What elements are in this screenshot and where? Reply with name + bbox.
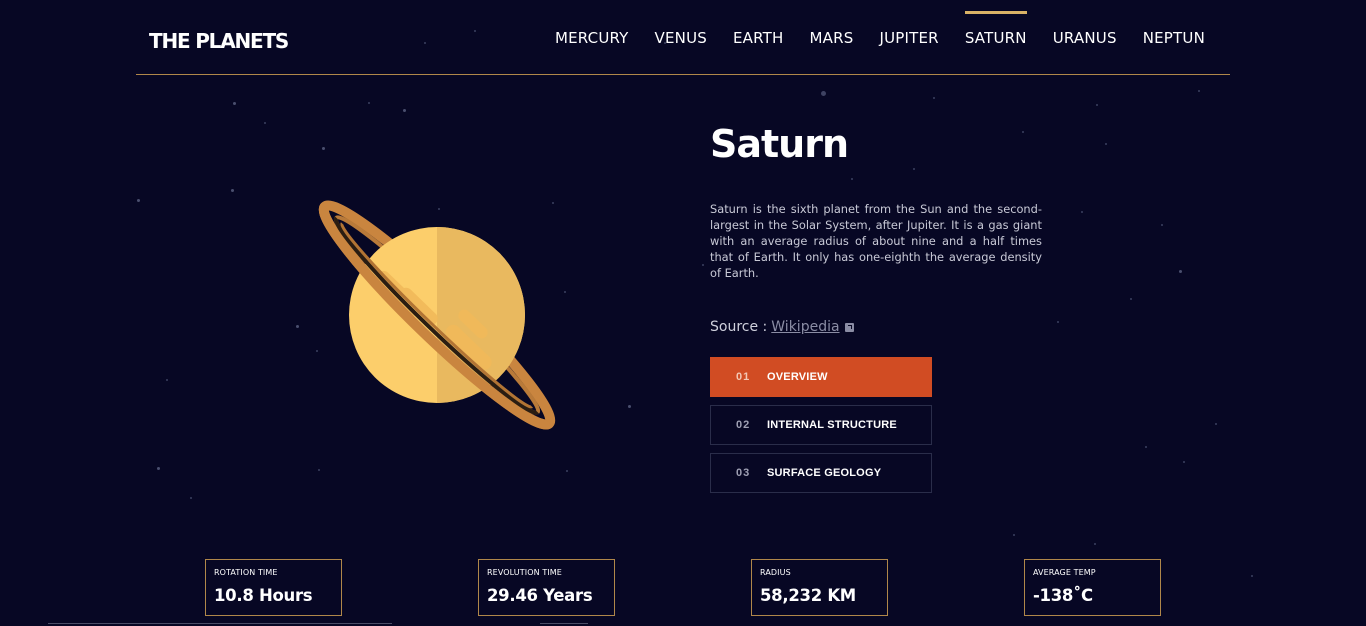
wikipedia-link[interactable]: Wikipedia xyxy=(771,319,839,335)
tab-number: 03 xyxy=(736,467,751,479)
scrollbar-segment xyxy=(540,623,588,624)
stat-revolution-time: REVOLUTION TIME 29.46 Years xyxy=(478,559,615,616)
nav-item-earth[interactable]: EARTH xyxy=(733,0,784,75)
nav-item-venus[interactable]: VENUS xyxy=(655,0,707,75)
planet-description: Saturn is the sixth planet from the Sun … xyxy=(710,202,1042,280)
tab-label: OVERVIEW xyxy=(767,371,828,383)
source-line: Source : Wikipedia xyxy=(710,319,854,335)
site-logo[interactable]: THE PLANETS xyxy=(149,29,289,53)
page: THE PLANETS MERCURY VENUS EARTH MARS JUP… xyxy=(0,0,1366,626)
stat-value: 58,232 KM xyxy=(760,586,856,605)
nav-item-mercury[interactable]: MERCURY xyxy=(555,0,629,75)
nav-item-uranus[interactable]: URANUS xyxy=(1053,0,1117,75)
stat-average-temp: AVERAGE TEMP -138˚C xyxy=(1024,559,1161,616)
stat-value: 10.8 Hours xyxy=(214,586,313,605)
tab-surface-geology[interactable]: 03 SURFACE GEOLOGY xyxy=(710,453,932,493)
planet-nav: MERCURY VENUS EARTH MARS JUPITER SATURN … xyxy=(529,0,1205,75)
horizontal-scrollbar[interactable] xyxy=(48,623,392,624)
external-link-icon[interactable] xyxy=(844,322,854,332)
nav-item-saturn[interactable]: SATURN xyxy=(964,0,1027,75)
nav-item-neptun[interactable]: NEPTUN xyxy=(1143,0,1205,75)
stat-label: AVERAGE TEMP xyxy=(1033,568,1096,577)
stat-value: -138˚C xyxy=(1033,586,1093,605)
tab-number: 01 xyxy=(736,371,751,383)
tab-number: 02 xyxy=(736,419,751,431)
source-label: Source : xyxy=(710,319,768,335)
stat-label: ROTATION TIME xyxy=(214,568,278,577)
nav-item-jupiter[interactable]: JUPITER xyxy=(879,0,938,75)
stat-label: REVOLUTION TIME xyxy=(487,568,562,577)
saturn-illustration xyxy=(300,190,570,460)
nav-item-mars[interactable]: MARS xyxy=(810,0,854,75)
tab-overview[interactable]: 01 OVERVIEW xyxy=(710,357,932,397)
site-header: THE PLANETS MERCURY VENUS EARTH MARS JUP… xyxy=(136,0,1230,75)
tab-label: INTERNAL STRUCTURE xyxy=(767,419,897,431)
stat-value: 29.46 Years xyxy=(487,586,593,605)
stat-rotation-time: ROTATION TIME 10.8 Hours xyxy=(205,559,342,616)
tab-label: SURFACE GEOLOGY xyxy=(767,467,882,479)
planet-title: Saturn xyxy=(710,122,849,166)
stat-label: RADIUS xyxy=(760,568,791,577)
stat-radius: RADIUS 58,232 KM xyxy=(751,559,888,616)
starfield xyxy=(0,0,1366,626)
tab-internal-structure[interactable]: 02 INTERNAL STRUCTURE xyxy=(710,405,932,445)
